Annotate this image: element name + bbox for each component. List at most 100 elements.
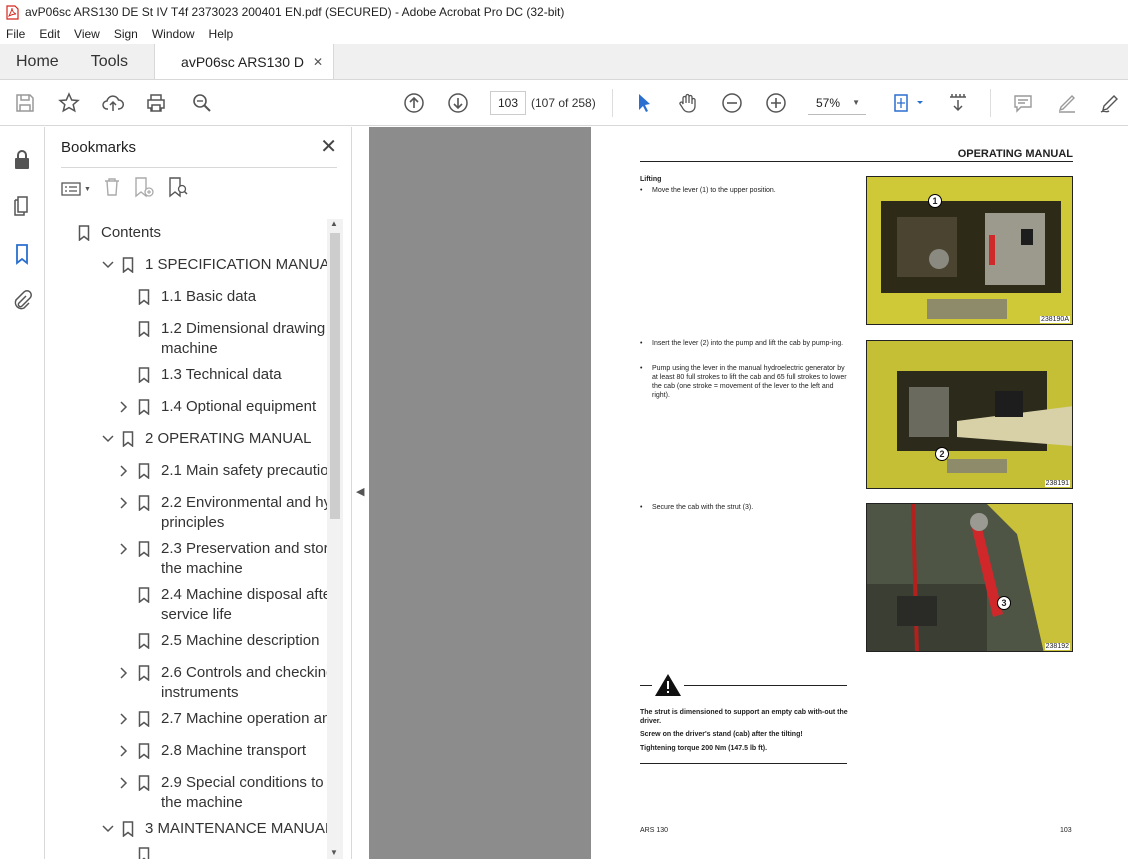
zoom-search-icon[interactable] [190, 91, 214, 115]
expanded-chevron-icon[interactable] [101, 819, 115, 839]
expanded-chevron-icon[interactable] [101, 255, 115, 275]
bookmark-item[interactable]: 2.6 Controls and checking instruments [117, 663, 333, 703]
bookmark-label: 2 OPERATING MANUAL [145, 430, 312, 447]
collapse-panel-icon[interactable]: ◀ [356, 485, 364, 498]
bookmark-item[interactable]: 2 OPERATING MANUAL [101, 429, 333, 449]
scroll-up-icon[interactable]: ▲ [330, 219, 338, 228]
tab-bar: Home Tools avP06sc ARS130 D... ✕ [0, 44, 1128, 80]
sign-pen-icon[interactable] [1098, 91, 1122, 115]
zoom-in-icon[interactable] [764, 91, 788, 115]
bookmark-item-partial[interactable] [117, 845, 161, 859]
tab-document[interactable]: avP06sc ARS130 D... ✕ [154, 44, 335, 79]
step-text: • Secure the cab with the strut (3). [640, 504, 754, 511]
bookmark-item[interactable]: 1.1 Basic data [117, 287, 333, 307]
zoom-level-value: 57% [816, 95, 841, 110]
hand-tool-icon[interactable] [676, 91, 700, 115]
bookmark-item[interactable]: 1.3 Technical data [117, 365, 333, 385]
select-cursor-icon[interactable] [632, 91, 656, 115]
bookmark-label: 1.2 Dimensional drawing of the machine [161, 320, 333, 357]
document-viewer[interactable]: OPERATING MANUAL Lifting • Move the lever… [369, 127, 1128, 859]
previous-page-icon[interactable] [402, 91, 426, 115]
print-icon[interactable] [144, 91, 168, 115]
menu-window[interactable]: Window [152, 27, 195, 41]
page-thumbnails-icon[interactable] [11, 195, 33, 217]
scrollbar-thumb[interactable] [330, 233, 340, 519]
bookmarks-scrollbar[interactable]: ▲ ▼ [327, 219, 343, 859]
bookmark-icon [137, 365, 151, 385]
lock-icon[interactable] [11, 149, 33, 171]
collapsed-chevron-icon[interactable] [117, 539, 131, 559]
bookmark-item[interactable]: 1.4 Optional equipment [117, 397, 333, 417]
panel-collapse-strip[interactable]: ◀ [351, 127, 369, 859]
bookmark-item[interactable]: 2.7 Machine operation and use [117, 709, 333, 729]
menu-edit[interactable]: Edit [39, 27, 60, 41]
bookmark-icon [77, 223, 91, 243]
next-page-icon[interactable] [446, 91, 470, 115]
bookmarks-icon[interactable] [11, 243, 33, 265]
bookmark-label: 2.9 Special conditions to use the machin… [161, 774, 333, 811]
collapsed-chevron-icon[interactable] [117, 709, 131, 729]
delete-bookmark-icon[interactable] [103, 177, 121, 202]
collapsed-chevron-icon[interactable] [117, 773, 131, 793]
upload-cloud-icon[interactable] [101, 91, 125, 115]
bookmark-item[interactable]: Contents [57, 223, 311, 243]
options-menu-icon[interactable]: ▼ [61, 181, 91, 197]
highlight-pen-icon[interactable] [1055, 91, 1079, 115]
fit-page-icon[interactable] [890, 91, 926, 115]
collapsed-chevron-icon[interactable] [117, 663, 131, 683]
collapsed-chevron-icon[interactable] [117, 493, 131, 513]
new-bookmark-icon[interactable] [133, 176, 155, 203]
bookmark-item[interactable]: 1 SPECIFICATION MANUAL [101, 255, 333, 275]
tab-home[interactable]: Home [0, 44, 75, 79]
bookmark-item[interactable]: 2.4 Machine disposal after its service l… [117, 585, 333, 625]
bookmark-icon [137, 287, 151, 307]
menu-view[interactable]: View [74, 27, 100, 41]
bookmark-label: 3 MAINTENANCE MANUAL [145, 820, 333, 837]
save-icon[interactable] [13, 91, 37, 115]
menu-sign[interactable]: Sign [114, 27, 138, 41]
bookmark-item[interactable]: 3 MAINTENANCE MANUAL [101, 819, 333, 839]
figure-1-number: 238190A [1039, 316, 1070, 323]
tab-tools[interactable]: Tools [75, 44, 144, 79]
bookmark-item[interactable]: 2.3 Preservation and storage of the mach… [117, 539, 333, 579]
bookmark-label: 2.7 Machine operation and use [161, 710, 333, 727]
scroll-mode-icon[interactable] [946, 91, 970, 115]
close-panel-icon[interactable]: ✕ [320, 137, 337, 157]
bookmark-item[interactable]: 1.2 Dimensional drawing of the machine [117, 319, 333, 359]
bookmark-icon [137, 741, 151, 761]
step-2a-text: Insert the lever (2) into the pump and l… [652, 340, 844, 347]
bookmark-item[interactable]: 2.8 Machine transport [117, 741, 333, 761]
star-icon[interactable] [57, 91, 81, 115]
collapsed-chevron-icon[interactable] [117, 397, 131, 417]
page-count: (107 of 258) [531, 96, 596, 110]
expanded-chevron-icon[interactable] [101, 429, 115, 449]
bookmark-icon [121, 255, 135, 275]
close-tab-icon[interactable]: ✕ [313, 55, 323, 69]
bookmark-item[interactable]: 2.2 Environmental and hygiene principles [117, 493, 333, 533]
window-title: avP06sc ARS130 DE St IV T4f 2373023 2004… [25, 5, 565, 19]
bookmark-icon [121, 429, 135, 449]
title-bar: avP06sc ARS130 DE St IV T4f 2373023 2004… [0, 0, 1128, 24]
scroll-down-icon[interactable]: ▼ [330, 848, 338, 857]
collapsed-chevron-icon[interactable] [117, 461, 131, 481]
bookmark-item[interactable]: 2.5 Machine description [117, 631, 333, 651]
menu-file[interactable]: File [6, 27, 25, 41]
bookmark-label: 1.1 Basic data [161, 288, 257, 305]
bookmark-item[interactable]: 2.1 Main safety precautions [117, 461, 333, 481]
zoom-level-select[interactable]: 57% ▼ [808, 91, 866, 115]
warning-rule-bottom [640, 763, 847, 764]
bookmark-label: Contents [101, 224, 162, 241]
find-bookmark-icon[interactable] [167, 176, 189, 203]
menu-help[interactable]: Help [209, 27, 234, 41]
page-number-input[interactable]: 103 [490, 91, 526, 115]
collapsed-chevron-icon[interactable] [117, 741, 131, 761]
attachments-icon[interactable] [11, 289, 33, 311]
comment-icon[interactable] [1011, 91, 1035, 115]
bookmark-label: 2.5 Machine description [161, 632, 320, 649]
callout-3: 3 [997, 596, 1011, 610]
warning-text-1: The strut is dimensioned to support an e… [640, 709, 848, 725]
zoom-out-icon[interactable] [720, 91, 744, 115]
bookmark-item[interactable]: 2.9 Special conditions to use the machin… [117, 773, 333, 813]
